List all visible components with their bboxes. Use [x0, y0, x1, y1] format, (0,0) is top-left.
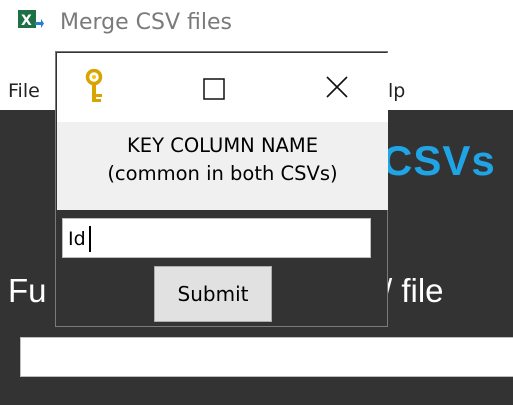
window-title: Merge CSV files [60, 10, 233, 35]
file-path-input[interactable] [20, 337, 513, 377]
dialog-message-line: KEY COLUMN NAME [126, 134, 319, 157]
key-column-value: Id [68, 228, 86, 250]
maximize-icon[interactable] [203, 78, 225, 100]
app-heading: CSVs [382, 137, 496, 184]
key-icon [81, 68, 107, 105]
submit-button[interactable]: Submit [154, 266, 272, 322]
key-column-input[interactable]: Id [62, 218, 371, 258]
svg-text:X: X [21, 13, 32, 29]
dialog-message-line: (common in both CSVs) [107, 162, 338, 185]
excel-icon: X [18, 10, 44, 32]
close-icon[interactable] [325, 75, 349, 99]
dialog-message: KEY COLUMN NAME (common in both CSVs) [57, 122, 388, 210]
text-caret [89, 226, 91, 252]
file-path-label: Fu [8, 272, 47, 309]
key-column-dialog: KEY COLUMN NAME (common in both CSVs) Id… [55, 51, 388, 327]
dialog-title-bar[interactable] [57, 53, 388, 122]
menu-file[interactable]: File [8, 79, 40, 103]
menu-help[interactable]: lp [388, 79, 405, 103]
file-path-label-end: / file [383, 272, 444, 309]
